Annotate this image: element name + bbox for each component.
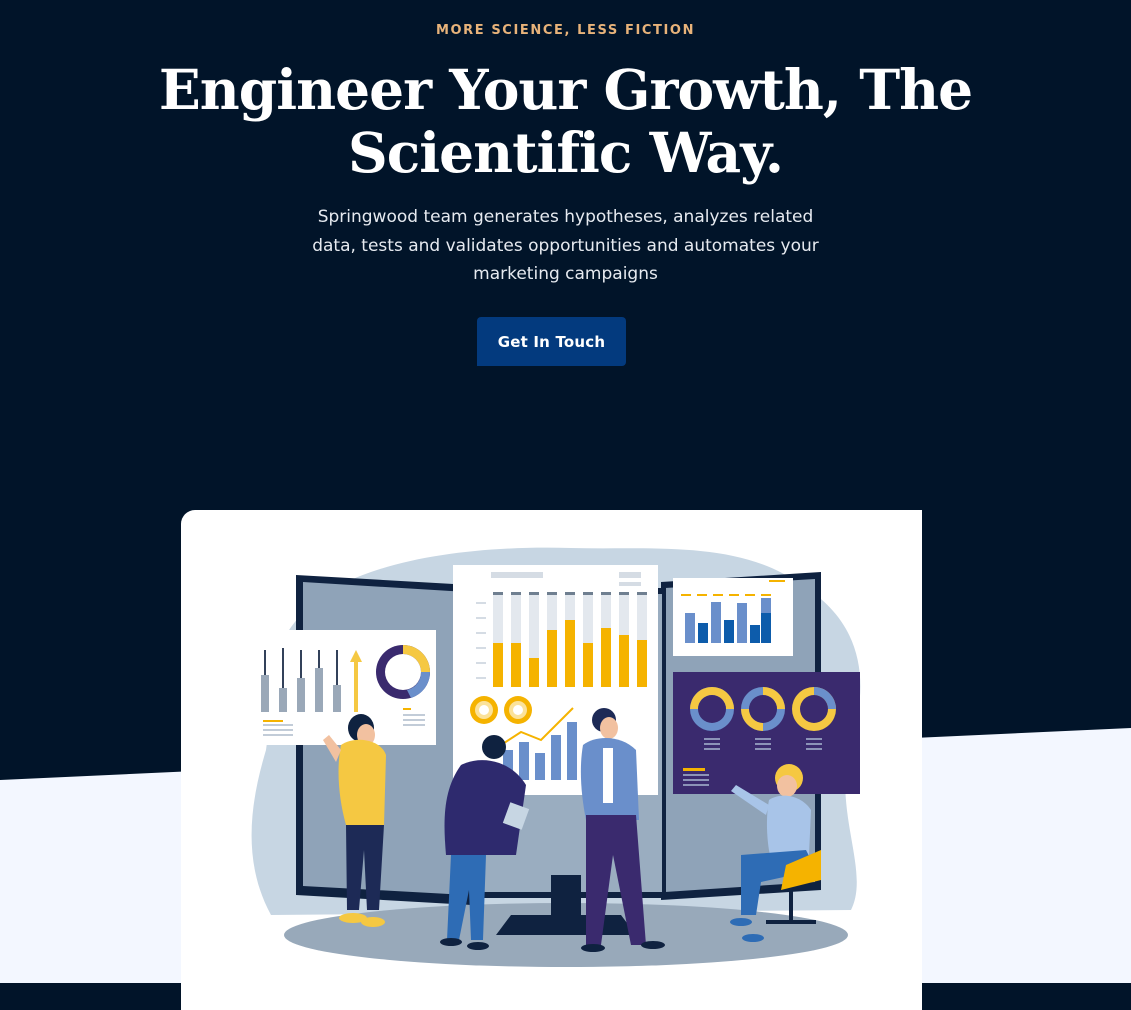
- get-in-touch-button[interactable]: Get In Touch: [477, 317, 626, 366]
- hero-eyebrow: MORE SCIENCE, LESS FICTION: [435, 23, 696, 38]
- hero-subtitle: Springwood team generates hypotheses, an…: [312, 207, 819, 284]
- hero-title: Engineer Your Growth, The Scientific Way…: [158, 57, 973, 185]
- illustration-card: [181, 510, 922, 1010]
- team-analytics-illustration: [251, 547, 861, 967]
